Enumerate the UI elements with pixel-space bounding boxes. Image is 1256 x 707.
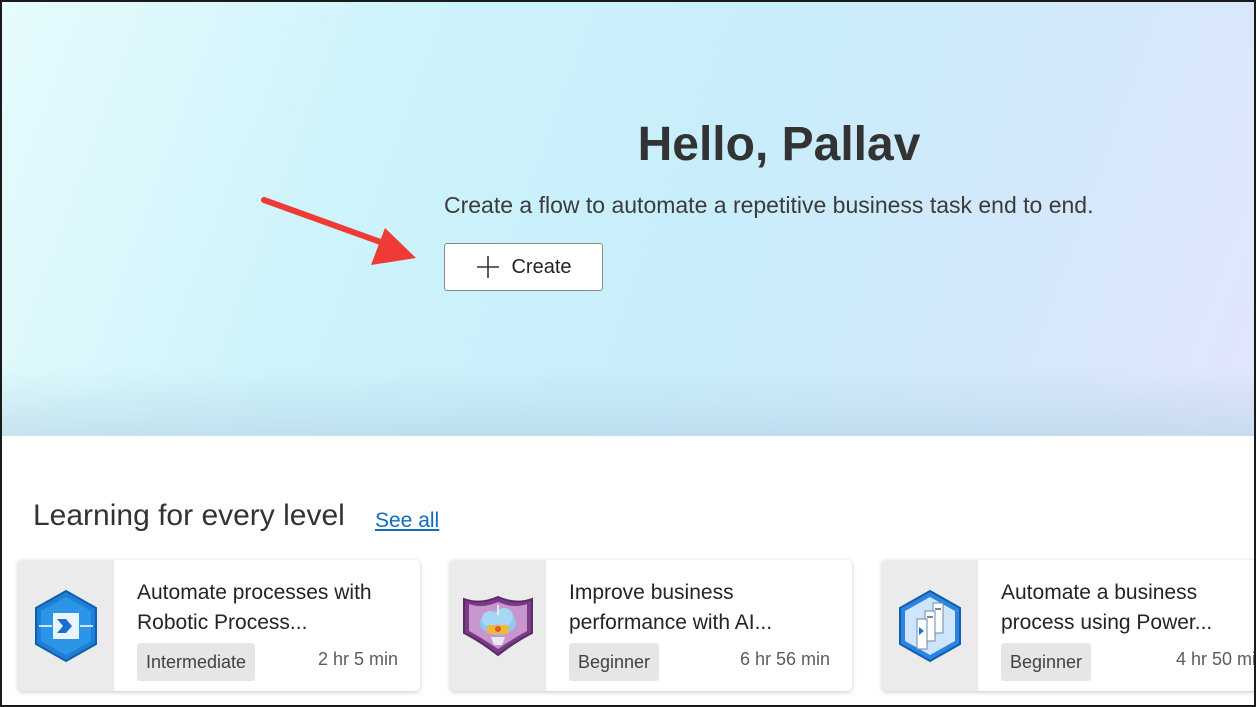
learning-card[interactable]: Automate a business process using Power.… xyxy=(882,560,1256,691)
create-button[interactable]: Create xyxy=(444,243,603,291)
learning-card[interactable]: Automate processes with Robotic Process.… xyxy=(18,560,420,691)
card-title: Automate a business process using Power.… xyxy=(1001,581,1213,634)
level-badge: Beginner xyxy=(1001,643,1092,681)
power-automate-hexagon-icon xyxy=(35,589,97,662)
learning-section-title: Learning for every level xyxy=(33,499,345,532)
card-title: Automate processes with Robotic Process.… xyxy=(137,581,372,634)
duration-text: 4 hr 50 min xyxy=(1175,649,1256,669)
plus-icon xyxy=(475,254,501,280)
desktop-flow-hexagon-icon xyxy=(899,589,961,662)
card-thumbnail xyxy=(18,560,114,691)
hero-bottom-shade xyxy=(0,370,1256,436)
duration-text: 6 hr 56 min xyxy=(739,649,830,669)
level-badge: Beginner xyxy=(569,643,660,681)
learning-card[interactable]: Improve business performance with AI... … xyxy=(450,560,852,691)
see-all-link[interactable]: See all xyxy=(375,509,439,533)
card-thumbnail xyxy=(450,560,546,691)
card-title: Improve business performance with AI... xyxy=(569,581,773,634)
hero-banner: Hello, Pallav Create a flow to automate … xyxy=(0,0,1256,436)
learning-cards: Automate processes with Robotic Process.… xyxy=(0,560,1256,700)
annotation-arrow-icon xyxy=(261,197,416,265)
greeting-heading: Hello, Pallav xyxy=(637,118,921,171)
hero-subtitle: Create a flow to automate a repetitive b… xyxy=(444,192,1094,218)
level-badge: Intermediate xyxy=(137,643,256,681)
card-thumbnail xyxy=(882,560,978,691)
duration-text: 2 hr 5 min xyxy=(317,649,398,669)
create-button-label: Create xyxy=(511,255,572,278)
ai-builder-shield-icon xyxy=(463,595,533,656)
